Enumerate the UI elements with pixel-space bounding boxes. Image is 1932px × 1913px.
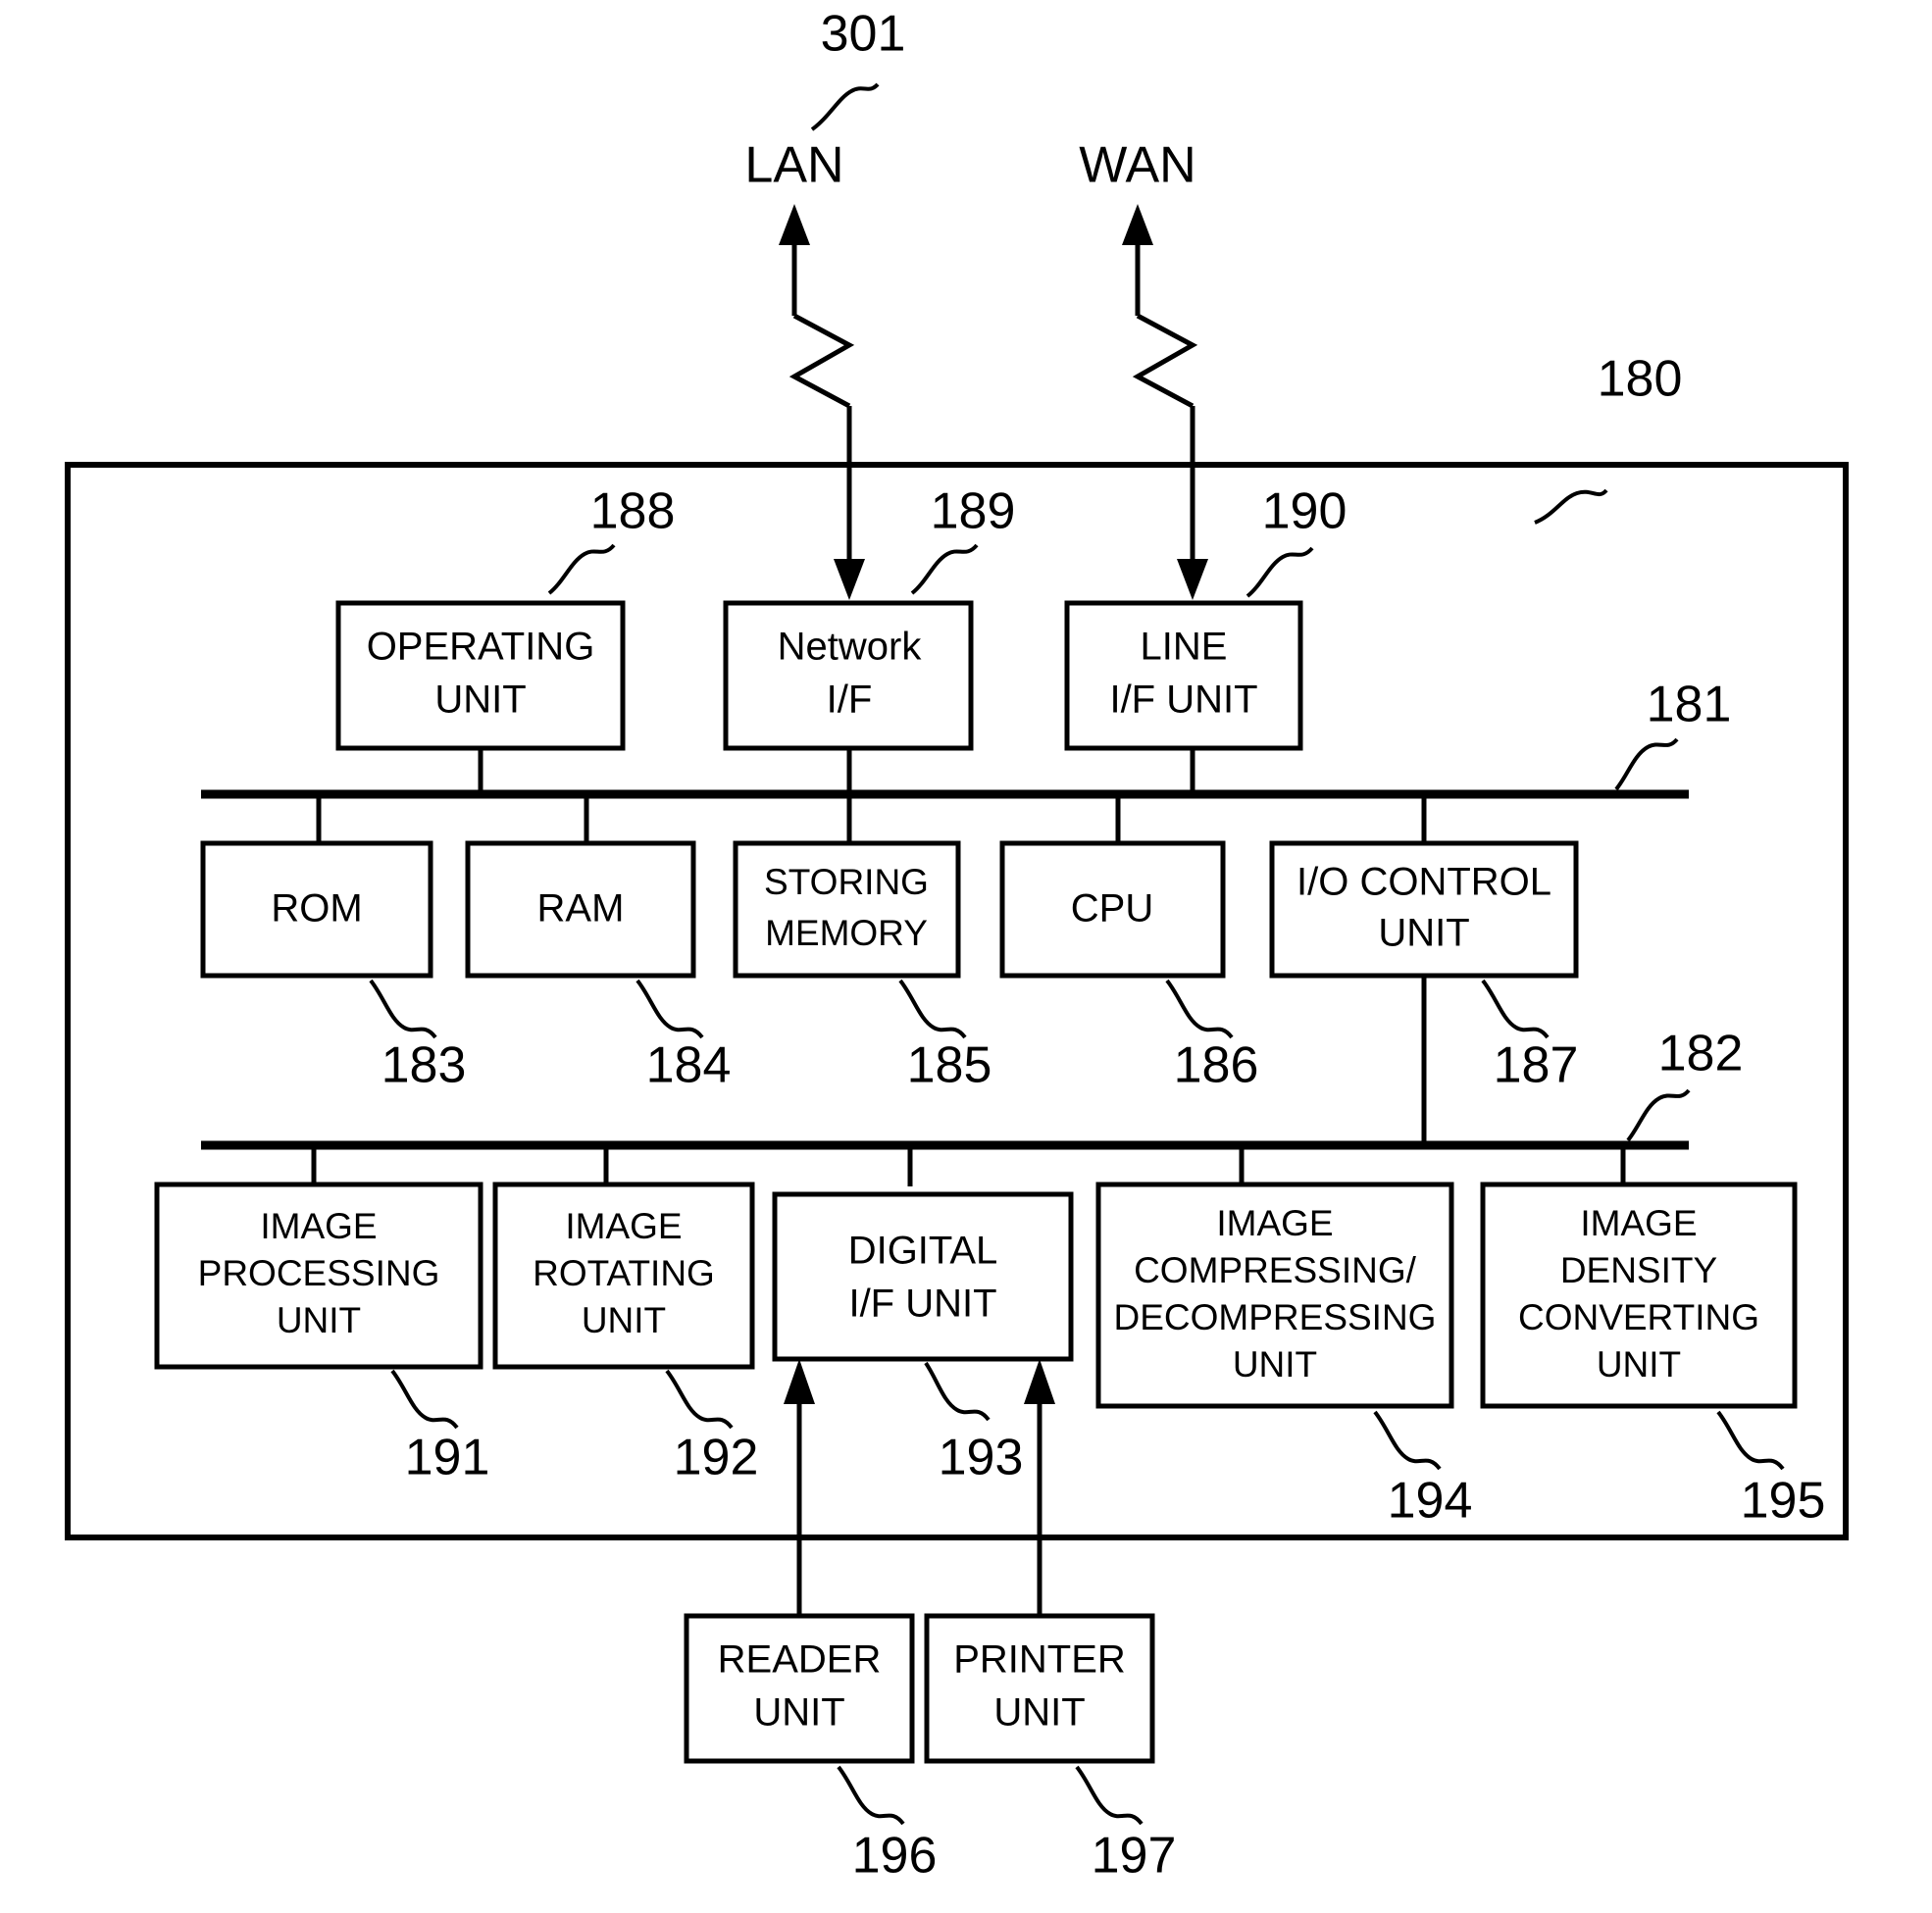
- box-image-compressing-decompressing-unit[interactable]: IMAGE COMPRESSING/ DECOMPRESSING UNIT: [1095, 1182, 1454, 1409]
- image-processing-unit-label-line1: IMAGE: [260, 1206, 377, 1246]
- network-if-label-line2: I/F: [827, 679, 873, 722]
- refnum-193: 193: [939, 1430, 1024, 1486]
- image-rotating-unit-label-line1: IMAGE: [565, 1206, 682, 1246]
- box-printer-unit[interactable]: PRINTER UNIT: [924, 1613, 1155, 1764]
- refnum-187: 187: [1494, 1037, 1579, 1094]
- image-density-unit-label-line1: IMAGE: [1580, 1203, 1697, 1243]
- leader-186: [1165, 979, 1234, 1039]
- rom-label: ROM: [271, 887, 362, 931]
- image-rotating-unit-label-line2: ROTATING: [533, 1253, 715, 1293]
- image-processing-unit-label-line3: UNIT: [277, 1300, 361, 1340]
- printer-unit-label-line1: PRINTER: [953, 1638, 1126, 1682]
- refnum-181: 181: [1647, 677, 1732, 733]
- image-density-unit-label-line3: CONVERTING: [1518, 1297, 1759, 1337]
- refnum-195: 195: [1741, 1473, 1826, 1530]
- leader-192: [665, 1369, 734, 1430]
- leader-189: [910, 543, 979, 595]
- refnum-192: 192: [674, 1430, 759, 1486]
- line-if-unit-label-line2: I/F UNIT: [1109, 679, 1257, 722]
- lan-arrowhead-down: [834, 559, 865, 600]
- refnum-188: 188: [590, 483, 676, 540]
- leader-191: [390, 1369, 459, 1430]
- network-if-label-line1: Network: [778, 626, 923, 669]
- leader-190: [1246, 546, 1314, 598]
- leader-183: [369, 979, 437, 1039]
- image-density-unit-label-line4: UNIT: [1597, 1344, 1681, 1384]
- operating-unit-label-line1: OPERATING: [367, 626, 595, 669]
- digital-if-unit-rect[interactable]: [772, 1191, 1074, 1362]
- storing-memory-label-line1: STORING: [764, 862, 929, 902]
- leader-194: [1373, 1410, 1442, 1471]
- leader-193: [924, 1361, 991, 1422]
- printer-unit-arrowhead: [1024, 1359, 1055, 1404]
- patent-figure-page: 180 LAN 301 WAN 181 182 OPERATING UNIT 1…: [0, 0, 1932, 1913]
- refnum-194: 194: [1388, 1473, 1473, 1530]
- image-compressing-unit-label-line1: IMAGE: [1216, 1203, 1333, 1243]
- box-operating-unit[interactable]: OPERATING UNIT: [335, 600, 626, 751]
- io-control-unit-label-line2: UNIT: [1378, 912, 1469, 955]
- ram-label: RAM: [537, 887, 625, 931]
- image-compressing-unit-label-line2: COMPRESSING/: [1134, 1250, 1417, 1290]
- wan-arrowhead-down: [1177, 559, 1208, 600]
- refnum-196: 196: [852, 1828, 938, 1885]
- box-reader-unit[interactable]: READER UNIT: [684, 1613, 915, 1764]
- box-image-processing-unit[interactable]: IMAGE PROCESSING UNIT: [154, 1182, 483, 1370]
- digital-if-unit-label-line1: DIGITAL: [848, 1230, 998, 1273]
- lan-label: LAN: [744, 137, 843, 194]
- wan-label: WAN: [1079, 137, 1195, 194]
- refnum-186: 186: [1174, 1037, 1259, 1094]
- leader-180: [1534, 488, 1608, 525]
- box-ram[interactable]: RAM: [465, 840, 696, 979]
- line-if-unit-label-line1: LINE: [1141, 626, 1228, 669]
- refnum-191: 191: [405, 1430, 490, 1486]
- io-control-unit-label-line1: I/O CONTROL: [1296, 861, 1551, 904]
- digital-if-unit-label-line2: I/F UNIT: [848, 1283, 996, 1326]
- refnum-180: 180: [1598, 351, 1683, 408]
- box-image-density-converting-unit[interactable]: IMAGE DENSITY CONVERTING UNIT: [1480, 1182, 1798, 1409]
- wan-arrowhead-up: [1122, 204, 1153, 245]
- refnum-189: 189: [931, 483, 1016, 540]
- leader-195: [1716, 1410, 1785, 1471]
- block-diagram: 180 LAN 301 WAN 181 182 OPERATING UNIT 1…: [65, 6, 1849, 1885]
- refnum-184: 184: [646, 1037, 732, 1094]
- leader-182: [1626, 1088, 1691, 1142]
- box-rom[interactable]: ROM: [200, 840, 433, 979]
- refnum-182: 182: [1658, 1026, 1744, 1082]
- image-compressing-unit-label-line4: UNIT: [1233, 1344, 1317, 1384]
- leader-197: [1075, 1765, 1144, 1826]
- printer-unit-label-line2: UNIT: [993, 1691, 1085, 1735]
- box-digital-if-unit[interactable]: DIGITAL I/F UNIT: [772, 1191, 1074, 1362]
- leader-301: [810, 82, 880, 131]
- lan-break-symbol: [788, 313, 855, 409]
- reader-unit-arrowhead: [784, 1359, 815, 1404]
- box-image-rotating-unit[interactable]: IMAGE ROTATING UNIT: [492, 1182, 755, 1370]
- refnum-301: 301: [821, 6, 906, 63]
- box-io-control-unit[interactable]: I/O CONTROL UNIT: [1269, 840, 1579, 979]
- leader-196: [837, 1765, 905, 1826]
- lan-arrowhead-up: [779, 204, 810, 245]
- leader-185: [898, 979, 967, 1039]
- image-compressing-unit-label-line3: DECOMPRESSING: [1114, 1297, 1437, 1337]
- box-line-if-unit[interactable]: LINE I/F UNIT: [1064, 600, 1303, 751]
- reader-unit-label-line2: UNIT: [753, 1691, 844, 1735]
- storing-memory-label-line2: MEMORY: [765, 913, 928, 953]
- leader-184: [636, 979, 704, 1039]
- leader-187: [1481, 979, 1550, 1039]
- refnum-185: 185: [907, 1037, 992, 1094]
- leader-181: [1614, 737, 1679, 791]
- leader-188: [547, 543, 616, 595]
- operating-unit-label-line2: UNIT: [434, 679, 526, 722]
- box-network-if[interactable]: Network I/F: [723, 600, 974, 751]
- wan-break-symbol: [1132, 313, 1198, 409]
- refnum-190: 190: [1262, 483, 1347, 540]
- cpu-label: CPU: [1071, 887, 1153, 931]
- refnum-183: 183: [381, 1037, 467, 1094]
- image-density-unit-label-line2: DENSITY: [1560, 1250, 1717, 1290]
- image-processing-unit-label-line2: PROCESSING: [198, 1253, 440, 1293]
- box-storing-memory[interactable]: STORING MEMORY: [733, 840, 961, 979]
- image-rotating-unit-label-line3: UNIT: [582, 1300, 666, 1340]
- refnum-197: 197: [1092, 1828, 1177, 1885]
- box-cpu[interactable]: CPU: [999, 840, 1226, 979]
- reader-unit-label-line1: READER: [718, 1638, 882, 1682]
